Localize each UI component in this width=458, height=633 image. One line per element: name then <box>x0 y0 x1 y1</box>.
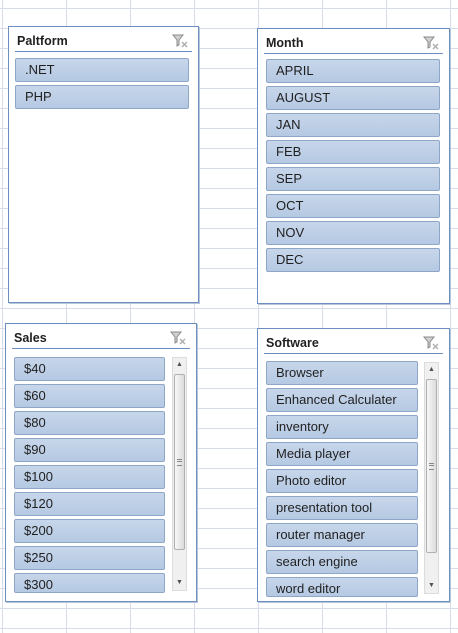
slicer-title-software: Software <box>266 336 319 350</box>
slicer-item[interactable]: OCT <box>266 194 440 218</box>
slicer-title-month: Month <box>266 36 304 50</box>
slicer-title-platform: Paltform <box>17 34 68 48</box>
slicer-title-sales: Sales <box>14 331 47 345</box>
slicer-item[interactable]: JAN <box>266 113 440 137</box>
slicer-item[interactable]: $120 <box>14 492 165 516</box>
scroll-up-arrow-icon[interactable]: ▲ <box>173 358 186 372</box>
scroll-down-arrow-icon[interactable]: ▼ <box>425 579 438 593</box>
slicer-item[interactable]: Media player <box>266 442 418 466</box>
slicer-item[interactable]: Browser <box>266 361 418 385</box>
slicer-item[interactable]: inventory <box>266 415 418 439</box>
slicer-item[interactable]: SEP <box>266 167 440 191</box>
scroll-down-arrow-icon[interactable]: ▼ <box>173 576 186 590</box>
slicer-item[interactable]: $100 <box>14 465 165 489</box>
slicer-item[interactable]: $250 <box>14 546 165 570</box>
slicer-item[interactable]: FEB <box>266 140 440 164</box>
slicer-item[interactable]: $80 <box>14 411 165 435</box>
slicer-header: Sales <box>12 328 190 349</box>
slicer-item[interactable]: $40 <box>14 357 165 381</box>
scrollbar-thumb[interactable] <box>174 374 185 550</box>
clear-filter-icon[interactable] <box>422 335 439 351</box>
slicer-software: Software Browser Enhanced Calculater inv… <box>257 328 450 602</box>
slicer-item[interactable]: PHP <box>15 85 189 109</box>
slicer-item[interactable]: $200 <box>14 519 165 543</box>
slicer-scrollbar[interactable]: ▲ ▼ <box>172 357 187 591</box>
scroll-up-arrow-icon[interactable]: ▲ <box>425 363 438 377</box>
slicer-item[interactable]: router manager <box>266 523 418 547</box>
slicer-item[interactable]: search engine <box>266 550 418 574</box>
slicer-platform: Paltform .NET PHP <box>8 26 199 303</box>
slicer-item[interactable]: NOV <box>266 221 440 245</box>
slicer-item[interactable]: DEC <box>266 248 440 272</box>
slicer-header: Software <box>264 333 443 354</box>
clear-filter-icon[interactable] <box>422 35 439 51</box>
slicer-item[interactable]: word editor <box>266 577 418 597</box>
clear-filter-icon[interactable] <box>169 330 186 346</box>
slicer-item[interactable]: $90 <box>14 438 165 462</box>
scrollbar-thumb[interactable] <box>426 379 437 553</box>
slicer-header: Paltform <box>15 31 192 52</box>
slicer-month: Month APRIL AUGUST JAN FEB SEP OCT NOV D… <box>257 28 450 304</box>
slicer-item[interactable]: AUGUST <box>266 86 440 110</box>
slicer-item[interactable]: $300 <box>14 573 165 593</box>
clear-filter-icon[interactable] <box>171 33 188 49</box>
slicer-sales: Sales $40 $60 $80 $90 $100 $120 $200 $25… <box>5 323 197 602</box>
slicer-item[interactable]: presentation tool <box>266 496 418 520</box>
slicer-scrollbar[interactable]: ▲ ▼ <box>424 362 439 594</box>
slicer-item[interactable]: $60 <box>14 384 165 408</box>
slicer-item[interactable]: APRIL <box>266 59 440 83</box>
slicer-item[interactable]: Enhanced Calculater <box>266 388 418 412</box>
slicer-header: Month <box>264 33 443 54</box>
slicer-item[interactable]: Photo editor <box>266 469 418 493</box>
slicer-item[interactable]: .NET <box>15 58 189 82</box>
